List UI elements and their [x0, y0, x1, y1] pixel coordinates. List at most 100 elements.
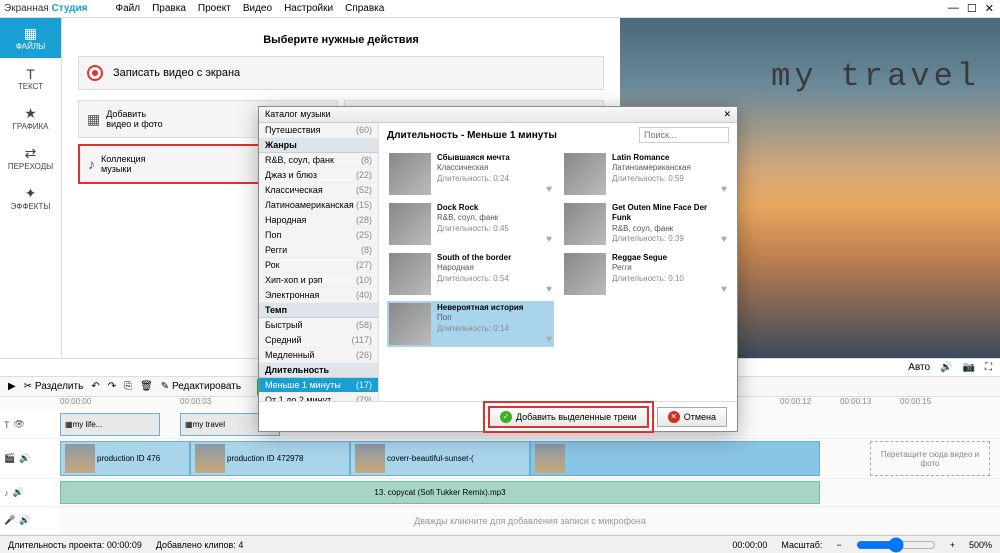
- video-clip[interactable]: [530, 441, 820, 476]
- statusbar: Длительность проекта: 00:00:09 Добавлено…: [0, 535, 1000, 553]
- copy-icon[interactable]: ⎘: [124, 381, 132, 392]
- category-item[interactable]: Быстрый(58): [259, 318, 378, 333]
- audio-track-icon: ♪: [4, 488, 9, 498]
- menubar: Файл Правка Проект Видео Настройки Справ…: [108, 1, 393, 17]
- mic-placeholder[interactable]: Дважды кликните для добавления записи с …: [60, 507, 1000, 534]
- heart-icon[interactable]: ♥: [546, 334, 552, 345]
- sidebar-effects[interactable]: ✦ЭФФЕКТЫ: [0, 178, 61, 218]
- camera-icon[interactable]: 📷: [963, 362, 975, 373]
- preview-title-text: my travel: [771, 58, 980, 95]
- menu-edit[interactable]: Правка: [152, 3, 186, 14]
- menu-project[interactable]: Проект: [198, 3, 231, 14]
- track-thumbnail: [564, 203, 606, 245]
- sound-icon[interactable]: 🔊: [940, 362, 952, 373]
- heart-icon[interactable]: ♥: [546, 284, 552, 295]
- menu-help[interactable]: Справка: [345, 3, 384, 14]
- category-item[interactable]: Электронная(40): [259, 288, 378, 303]
- redo-icon[interactable]: ↷: [108, 381, 116, 392]
- sidebar-transitions[interactable]: ⇄ПЕРЕХОДЫ: [0, 138, 61, 178]
- zoom-slider[interactable]: [856, 537, 936, 553]
- track-item[interactable]: Latin RomanceЛатиноамериканскаяДлительно…: [562, 151, 729, 197]
- mute-icon[interactable]: 🔊: [19, 515, 30, 526]
- maximize-icon[interactable]: ☐: [967, 2, 977, 15]
- check-icon: ✓: [500, 411, 512, 423]
- add-tracks-button[interactable]: ✓Добавить выделенные треки: [488, 406, 649, 428]
- category-header: Жанры: [259, 138, 378, 153]
- category-item[interactable]: Поп(25): [259, 228, 378, 243]
- content-heading: Выберите нужные действия: [78, 34, 604, 46]
- scale-label: Масштаб:: [781, 540, 822, 550]
- current-time: 00:00:00: [732, 540, 767, 550]
- zoom-in-icon[interactable]: +: [950, 540, 955, 550]
- category-item[interactable]: Народная(28): [259, 213, 378, 228]
- category-item[interactable]: Латиноамериканская(15): [259, 198, 378, 213]
- audio-track: ♪ 🔊 13. copycat (Sofi Tukker Remix).mp3: [0, 479, 1000, 507]
- transitions-icon: ⇄: [25, 145, 37, 162]
- sidebar-files[interactable]: ▦ФАЙЛЫ: [0, 18, 61, 58]
- category-list: Путешествия(60)ЖанрыR&B, соул, фанк(8)Дж…: [259, 123, 379, 401]
- track-thumbnail: [564, 253, 606, 295]
- audio-clip[interactable]: 13. copycat (Sofi Tukker Remix).mp3: [60, 481, 820, 504]
- video-clip[interactable]: production ID 472978: [190, 441, 350, 476]
- music-icon: ♪: [88, 156, 95, 172]
- track-item[interactable]: Невероятная историяПопДлительность: 0:14…: [387, 301, 554, 347]
- track-item[interactable]: Сбывшаяся мечтаКлассическаяДлительность:…: [387, 151, 554, 197]
- heart-icon[interactable]: ♥: [721, 184, 727, 195]
- heart-icon[interactable]: ♥: [721, 234, 727, 245]
- sidebar-text[interactable]: TТЕКСТ: [0, 58, 61, 98]
- category-item[interactable]: Джаз и блюз(22): [259, 168, 378, 183]
- x-icon: ✕: [668, 411, 680, 423]
- dialog-titlebar[interactable]: Каталог музыки ✕: [259, 107, 737, 123]
- zoom-value: 500%: [969, 540, 992, 550]
- zoom-out-icon[interactable]: −: [836, 540, 841, 550]
- track-item[interactable]: South of the borderНароднаяДлительность:…: [387, 251, 554, 297]
- mute-icon[interactable]: 🔊: [13, 487, 24, 498]
- title-clip[interactable]: ▦ my life...: [60, 413, 160, 436]
- category-item[interactable]: Медленный(26): [259, 348, 378, 363]
- search-input[interactable]: [639, 127, 729, 143]
- video-clip[interactable]: production ID 476: [60, 441, 190, 476]
- dialog-title: Каталог музыки: [265, 109, 331, 120]
- fullscreen-icon[interactable]: ⛶: [985, 362, 992, 373]
- heart-icon[interactable]: ♥: [546, 234, 552, 245]
- play-icon[interactable]: ▶: [8, 381, 16, 392]
- category-item[interactable]: От 1 до 2 минут(79): [259, 393, 378, 401]
- track-item[interactable]: Dock RockR&B, соул, фанкДлительность: 0:…: [387, 201, 554, 247]
- category-item[interactable]: Хип-хоп и рэп(10): [259, 273, 378, 288]
- mute-icon[interactable]: 🔊: [19, 453, 30, 464]
- menu-video[interactable]: Видео: [243, 3, 272, 14]
- heart-icon[interactable]: ♥: [721, 284, 727, 295]
- record-screen-button[interactable]: Записать видео с экрана: [78, 56, 604, 90]
- project-duration: Длительность проекта: 00:00:09: [8, 540, 142, 550]
- track-item[interactable]: Reggae SegueРеггиДлительность: 0:10♥: [562, 251, 729, 297]
- category-item[interactable]: R&B, соул, фанк(8): [259, 153, 378, 168]
- track-thumbnail: [389, 253, 431, 295]
- track-thumbnail: [389, 153, 431, 195]
- sidebar: ▦ФАЙЛЫ TТЕКСТ ★ГРАФИКА ⇄ПЕРЕХОДЫ ✦ЭФФЕКТ…: [0, 18, 62, 358]
- category-item[interactable]: Рок(27): [259, 258, 378, 273]
- undo-icon[interactable]: ↶: [91, 381, 99, 392]
- menu-settings[interactable]: Настройки: [284, 3, 333, 14]
- category-item[interactable]: Классическая(52): [259, 183, 378, 198]
- visibility-icon[interactable]: 👁: [14, 419, 25, 430]
- category-item[interactable]: Меньше 1 минуты(17): [259, 378, 378, 393]
- track-thumbnail: [389, 203, 431, 245]
- track-item[interactable]: Get Outen Mine Face Der FunkR&B, соул, ф…: [562, 201, 729, 247]
- minimize-icon[interactable]: —: [948, 2, 959, 15]
- heart-icon[interactable]: ♥: [546, 184, 552, 195]
- titlebar: Экранная Студия Файл Правка Проект Видео…: [0, 0, 1000, 18]
- cancel-button[interactable]: ✕Отмена: [657, 407, 727, 427]
- close-icon[interactable]: ✕: [985, 2, 994, 15]
- video-clip[interactable]: coverr-beautiful-sunset-(: [350, 441, 530, 476]
- dialog-close-icon[interactable]: ✕: [723, 109, 731, 120]
- edit-button[interactable]: ✎ Редактировать: [161, 381, 241, 392]
- menu-file[interactable]: Файл: [116, 3, 141, 14]
- category-item[interactable]: Средний(117): [259, 333, 378, 348]
- sidebar-graphics[interactable]: ★ГРАФИКА: [0, 98, 61, 138]
- media-icon: ▦: [87, 111, 100, 128]
- category-item[interactable]: Путешествия(60): [259, 123, 378, 138]
- video-dropzone[interactable]: Перетащите сюда видео и фото: [870, 441, 990, 476]
- split-button[interactable]: ✂ Разделить: [24, 381, 84, 392]
- delete-icon[interactable]: 🗑: [140, 381, 153, 392]
- category-item[interactable]: Регги(8): [259, 243, 378, 258]
